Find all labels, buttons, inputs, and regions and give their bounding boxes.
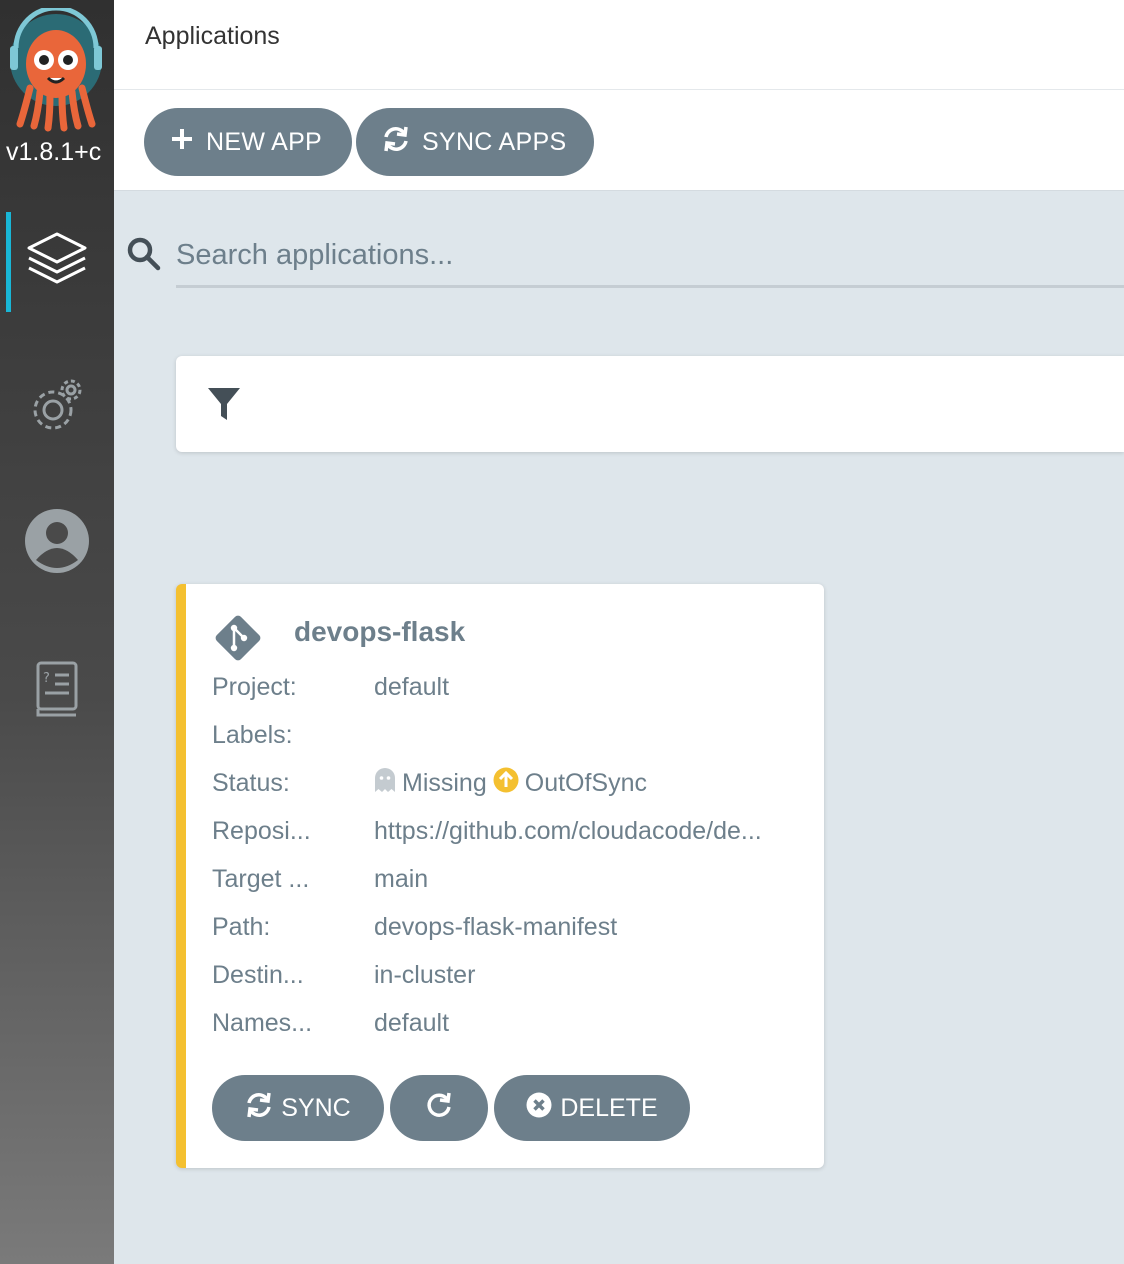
card-row-destination: Destin... in-cluster — [212, 955, 794, 995]
row-label: Path: — [212, 912, 271, 941]
sync-apps-button[interactable]: SYNC APPS — [356, 108, 594, 176]
refresh-button[interactable] — [390, 1075, 488, 1141]
nav-user-info[interactable] — [0, 493, 114, 593]
book-icon: ? — [35, 660, 79, 723]
row-label: Names... — [212, 1008, 313, 1037]
toolbar: NEW APP SYNC APPS — [114, 90, 1124, 191]
status-values: Missing OutOfSync — [374, 767, 794, 800]
refresh-icon — [425, 1091, 453, 1126]
row-value: default — [374, 672, 450, 701]
card-row-target-revision: Target ... main — [212, 859, 794, 899]
row-label: Project: — [212, 672, 297, 701]
card-row-project: Project: default — [212, 667, 794, 707]
sync-icon — [382, 125, 410, 160]
row-value: main — [374, 864, 429, 893]
layers-icon — [25, 228, 89, 297]
row-value: in-cluster — [374, 960, 476, 989]
card-row-namespace: Names... default — [212, 1003, 794, 1043]
new-app-button[interactable]: NEW APP — [144, 108, 352, 176]
sync-label: SYNC — [281, 1093, 351, 1122]
search-input[interactable] — [176, 226, 1124, 288]
search-icon — [126, 236, 162, 277]
row-label: Labels: — [212, 720, 293, 749]
card-row-path: Path: devops-flask-manifest — [212, 907, 794, 947]
health-status: Missing — [402, 768, 487, 797]
row-label: Destin... — [212, 960, 304, 989]
version-label: v1.8.1+c — [6, 138, 102, 166]
card-row-labels: Labels: — [212, 715, 794, 755]
user-avatar-icon — [24, 508, 90, 579]
out-of-sync-icon — [493, 767, 519, 800]
delete-label: DELETE — [560, 1093, 658, 1122]
new-app-label: NEW APP — [206, 127, 323, 156]
application-card[interactable]: devops-flask Project: default Labels: St… — [176, 584, 824, 1168]
row-label: Status: — [212, 768, 290, 797]
nav-settings[interactable] — [0, 358, 114, 458]
top-header: Applications — [114, 0, 1124, 90]
sidebar: v1.8.1+c ? — [0, 0, 114, 1264]
delete-button[interactable]: DELETE — [494, 1075, 690, 1141]
sync-icon — [245, 1091, 273, 1126]
nav-applications[interactable] — [0, 212, 114, 312]
card-row-repository: Reposi... https://github.com/cloudacode/… — [212, 811, 794, 851]
nav-documentation[interactable]: ? — [0, 641, 114, 741]
app-name: devops-flask — [294, 616, 466, 647]
plus-icon — [170, 127, 194, 158]
row-label: Target ... — [212, 864, 310, 893]
sync-apps-label: SYNC APPS — [422, 127, 567, 156]
row-value: default — [374, 1008, 450, 1037]
git-icon — [212, 612, 264, 669]
sync-button[interactable]: SYNC — [212, 1075, 384, 1141]
svg-text:?: ? — [43, 671, 50, 686]
filters-bar[interactable] — [176, 356, 1124, 452]
ghost-icon — [374, 767, 396, 800]
settings-gear-icon — [27, 376, 87, 441]
page-title: Applications — [145, 22, 280, 50]
argo-logo[interactable] — [8, 5, 104, 132]
filter-icon[interactable] — [206, 386, 242, 427]
row-value: devops-flask-manifest — [374, 912, 618, 941]
close-circle-icon — [526, 1092, 552, 1125]
sync-status: OutOfSync — [524, 768, 648, 797]
row-value: https://github.com/cloudacode/de... — [374, 816, 762, 845]
card-row-status: Status: Missing OutOfSync — [212, 763, 794, 803]
row-label: Reposi... — [212, 816, 311, 845]
